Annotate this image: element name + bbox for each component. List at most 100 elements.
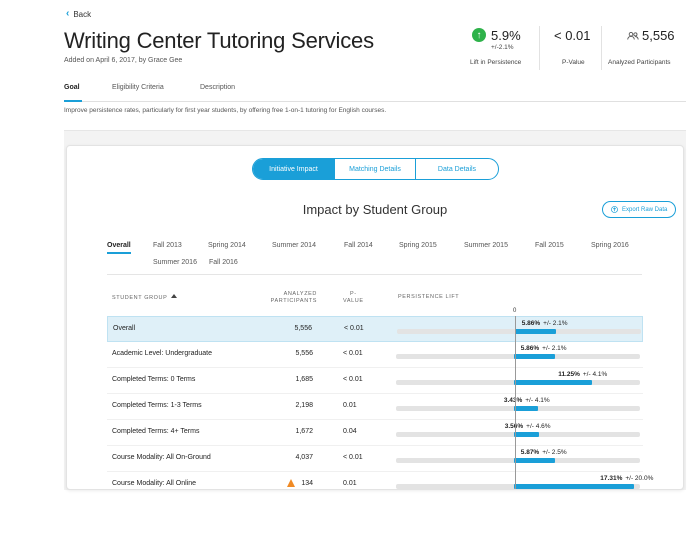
lift-bar-track: 3.56% +/- 4.6% bbox=[396, 423, 640, 437]
term-summer-2016[interactable]: Summer 2016 bbox=[153, 259, 197, 266]
pvalue-stat: < 0.01 P-Value bbox=[540, 26, 602, 70]
pvalue-header-line1: P- bbox=[349, 291, 357, 297]
zero-axis-line bbox=[515, 316, 516, 489]
p-value: 0.01 bbox=[343, 402, 357, 409]
lift-value: 3.43% bbox=[503, 397, 523, 404]
participants-count: 2,198 bbox=[295, 402, 313, 409]
lift-bar-track: 11.25% +/- 4.1% bbox=[396, 371, 640, 385]
summary-stats: ↑ 5.9% +/-2.1% Lift in Persistence < 0.0… bbox=[462, 26, 682, 70]
tab-goal[interactable]: Goal bbox=[64, 84, 82, 102]
tab-eligibility-criteria[interactable]: Eligibility Criteria bbox=[112, 84, 164, 102]
tab-description[interactable]: Description bbox=[200, 84, 235, 102]
term-fall-2016[interactable]: Fall 2016 bbox=[209, 259, 238, 266]
lift-bar bbox=[514, 458, 555, 463]
upload-icon bbox=[611, 206, 618, 213]
lift-label: 3.43% +/- 4.1% bbox=[504, 397, 550, 404]
lift-bar bbox=[515, 329, 556, 334]
group-name: Course Modality: All On-Ground bbox=[112, 454, 211, 461]
page-title: Writing Center Tutoring Services bbox=[64, 28, 374, 53]
matching-details-toggle[interactable]: Matching Details bbox=[335, 159, 416, 179]
goal-text: Improve persistence rates, particularly … bbox=[64, 107, 387, 114]
lift-bar-track: 17.31% +/- 20.0% bbox=[396, 475, 653, 489]
group-name: Completed Terms: 4+ Terms bbox=[112, 428, 200, 435]
table-row[interactable]: Course Modality: All Online 134 0.01 17.31%… bbox=[107, 472, 653, 489]
term-spring-2014[interactable]: Spring 2014 bbox=[208, 242, 246, 249]
arrow-up-icon: ↑ bbox=[472, 28, 486, 42]
pvalue-label: P-Value bbox=[562, 59, 585, 66]
back-label: Back bbox=[73, 9, 92, 19]
student-group-header-label: Student Group bbox=[112, 295, 168, 301]
group-name: Academic Level: Undergraduate bbox=[112, 350, 213, 357]
lift-error: +/- 2.1% bbox=[542, 345, 567, 352]
data-details-toggle[interactable]: Data Details bbox=[416, 159, 498, 179]
term-spring-2015[interactable]: Spring 2015 bbox=[399, 242, 437, 249]
lift-bar-track: 5.86% +/- 2.1% bbox=[396, 345, 640, 359]
term-spring-2016[interactable]: Spring 2016 bbox=[591, 242, 629, 249]
lift-error: +/- 4.1% bbox=[525, 397, 550, 404]
participants-header-line1: Analyzed bbox=[283, 291, 317, 297]
persistence-lift-header[interactable]: Persistence Lift bbox=[398, 294, 459, 301]
lift-bar-track: 5.86% +/- 2.1% bbox=[397, 320, 641, 334]
view-toggle: Initiative Impact Matching Details Data … bbox=[252, 158, 499, 180]
group-name: Completed Terms: 1-3 Terms bbox=[112, 402, 202, 409]
lift-label: 3.56% +/- 4.6% bbox=[505, 423, 551, 430]
warning-icon bbox=[287, 479, 295, 487]
lift-error: +/- 20.0% bbox=[625, 475, 654, 482]
lift-bar bbox=[514, 354, 555, 359]
participants-count: 134 bbox=[301, 480, 313, 487]
lift-label: 5.87% +/- 2.5% bbox=[521, 449, 567, 456]
p-value: 0.04 bbox=[343, 428, 357, 435]
group-name: Course Modality: All Online bbox=[112, 480, 197, 487]
term-fall-2014[interactable]: Fall 2014 bbox=[344, 242, 373, 249]
table-row[interactable]: Overall 5,556 < 0.01 5.86% +/- 2.1% bbox=[107, 316, 643, 342]
initiative-impact-toggle[interactable]: Initiative Impact bbox=[253, 159, 335, 179]
term-fall-2015[interactable]: Fall 2015 bbox=[535, 242, 564, 249]
participants-label: Analyzed Participants bbox=[608, 59, 671, 66]
p-value: < 0.01 bbox=[343, 350, 363, 357]
table-row[interactable]: Completed Terms: 4+ Terms 1,672 0.04 3.56% +… bbox=[107, 420, 643, 446]
export-label: Export Raw Data bbox=[622, 206, 668, 213]
term-summer-2015[interactable]: Summer 2015 bbox=[464, 242, 508, 249]
lift-value: 17.31% bbox=[600, 475, 623, 482]
sort-ascending-icon bbox=[171, 294, 178, 298]
lift-label: 17.31% +/- 20.0% bbox=[600, 475, 653, 482]
table-row[interactable]: Course Modality: All On-Ground 4,037 < 0.0… bbox=[107, 446, 643, 472]
term-overall[interactable]: Overall bbox=[107, 242, 131, 254]
lift-bar bbox=[514, 432, 539, 437]
lift-bar-track: 3.43% +/- 4.1% bbox=[396, 397, 640, 411]
term-summer-2014[interactable]: Summer 2014 bbox=[272, 242, 316, 249]
pvalue-header[interactable]: P- Value bbox=[343, 291, 364, 306]
lift-label: Lift in Persistence bbox=[470, 59, 522, 66]
page-subtitle: Added on April 6, 2017, by Grace Gee bbox=[64, 57, 183, 64]
participants-count: 4,037 bbox=[295, 454, 313, 461]
participants-count: 1,685 bbox=[295, 376, 313, 383]
lift-bar bbox=[514, 380, 593, 385]
table-row[interactable]: Completed Terms: 1-3 Terms 2,198 0.01 3.43%… bbox=[107, 394, 643, 420]
student-group-header[interactable]: Student Group bbox=[112, 294, 178, 302]
lift-error: +/- 2.5% bbox=[542, 449, 567, 456]
participants-header[interactable]: Analyzed Participants bbox=[257, 291, 317, 306]
lift-bar bbox=[514, 406, 538, 411]
lift-label: 5.86% +/- 2.1% bbox=[522, 320, 568, 327]
people-icon bbox=[627, 32, 639, 40]
divider bbox=[107, 274, 642, 275]
participants-count: 5,556 bbox=[294, 325, 312, 332]
table-row[interactable]: Completed Terms: 0 Terms 1,685 < 0.01 11.25… bbox=[107, 368, 643, 394]
detail-tabs: Goal Eligibility Criteria Description bbox=[64, 84, 686, 102]
group-name: Completed Terms: 0 Terms bbox=[112, 376, 196, 383]
p-value: < 0.01 bbox=[344, 325, 364, 332]
participants-count: 1,672 bbox=[295, 428, 313, 435]
lift-value: 5.86% bbox=[520, 345, 540, 352]
p-value: < 0.01 bbox=[343, 376, 363, 383]
export-raw-data-button[interactable]: Export Raw Data bbox=[602, 201, 677, 218]
participants-header-line2: Participants bbox=[270, 298, 317, 305]
table-row[interactable]: Academic Level: Undergraduate 5,556 < 0.01… bbox=[107, 342, 643, 368]
lift-error: +/- 4.1% bbox=[582, 371, 608, 378]
term-fall-2013[interactable]: Fall 2013 bbox=[153, 242, 182, 249]
lift-bar-track: 5.87% +/- 2.5% bbox=[396, 449, 640, 463]
back-link[interactable]: ‹ Back bbox=[66, 9, 91, 19]
p-value: < 0.01 bbox=[343, 454, 363, 461]
group-name: Overall bbox=[113, 325, 136, 332]
participants-stat: 5,556 Analyzed Participants bbox=[602, 26, 682, 70]
chevron-left-icon: ‹ bbox=[66, 8, 70, 19]
